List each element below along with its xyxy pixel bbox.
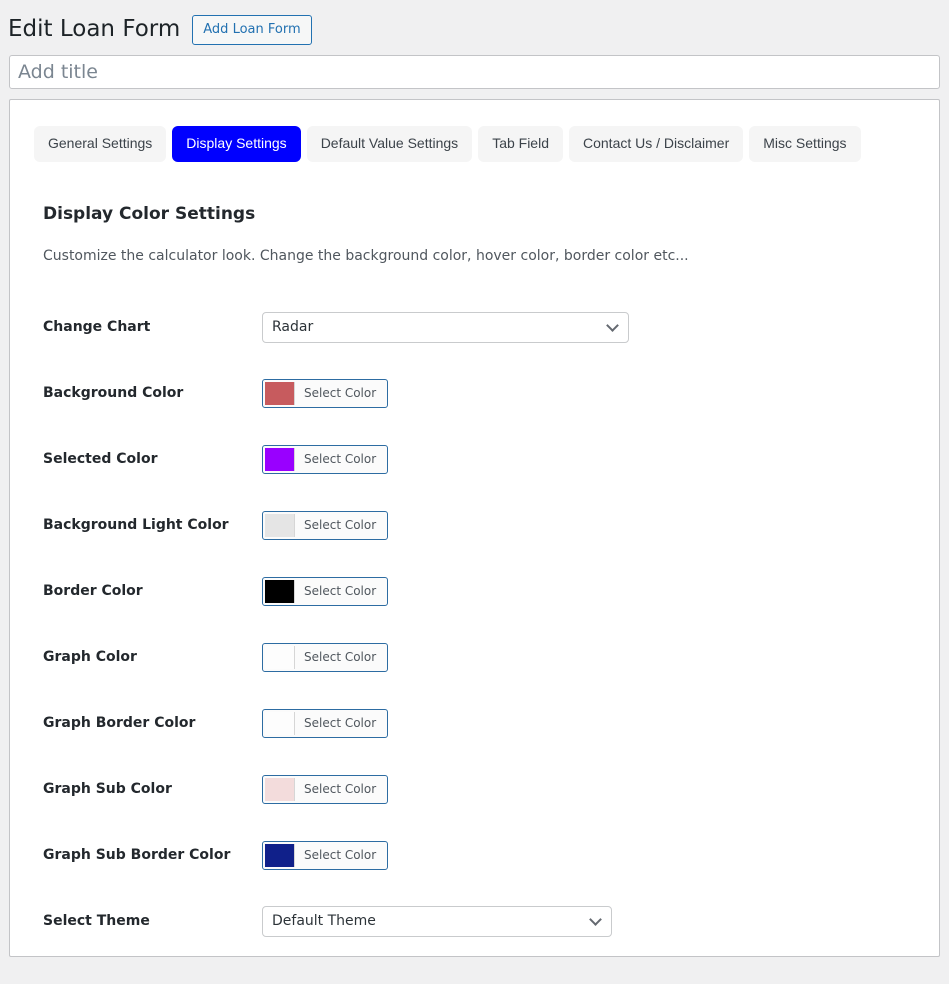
control-select-theme: Default ThemeDark ThemeLight ThemeModern…: [262, 905, 939, 937]
select-color-label: Select Color: [295, 843, 386, 867]
label-graph-sub-border-color: Graph Sub Border Color: [43, 847, 231, 864]
tab-default-value-settings[interactable]: Default Value Settings: [306, 126, 473, 162]
select-color-label: Select Color: [295, 777, 386, 801]
row-border-color: Border Color Select Color: [43, 558, 939, 624]
label-background-color: Background Color: [43, 385, 184, 402]
row-graph-sub-color: Graph Sub Color Select Color: [43, 756, 939, 822]
settings-rows: Change Chart RadarBarLinePieDoughnutPola…: [43, 294, 939, 954]
color-swatch: [265, 447, 295, 471]
control-graph-sub-color: Select Color: [262, 774, 939, 804]
row-selected-color: Selected Color Select Color: [43, 426, 939, 492]
control-background-color: Select Color: [262, 378, 939, 408]
post-title-input[interactable]: [9, 55, 940, 89]
graph-border-color-picker[interactable]: Select Color: [262, 708, 389, 738]
label-selected-color: Selected Color: [43, 451, 158, 468]
tab-display-settings[interactable]: Display Settings: [172, 126, 301, 162]
change-chart-select-wrapper: RadarBarLinePieDoughnutPolar Area: [262, 311, 629, 343]
select-color-label: Select Color: [295, 711, 386, 735]
select-theme-wrapper: Default ThemeDark ThemeLight ThemeModern…: [262, 905, 612, 937]
control-selected-color: Select Color: [262, 444, 939, 474]
border-color-picker[interactable]: Select Color: [262, 576, 389, 606]
select-color-label: Select Color: [295, 447, 386, 471]
label-select-theme: Select Theme: [43, 913, 150, 930]
settings-panel: General Settings Display Settings Defaul…: [9, 99, 940, 957]
tab-contact-us-disclaimer[interactable]: Contact Us / Disclaimer: [569, 126, 744, 162]
select-color-label: Select Color: [295, 579, 386, 603]
control-change-chart: RadarBarLinePieDoughnutPolar Area: [262, 311, 939, 343]
row-change-chart: Change Chart RadarBarLinePieDoughnutPola…: [43, 294, 939, 360]
label-border-color: Border Color: [43, 583, 143, 600]
color-swatch: [265, 777, 295, 801]
color-swatch: [265, 711, 295, 735]
title-field-wrapper: [0, 46, 949, 89]
admin-page: Edit Loan Form Add Loan Form General Set…: [0, 0, 949, 984]
label-graph-sub-color: Graph Sub Color: [43, 781, 172, 798]
control-graph-color: Select Color: [262, 642, 939, 672]
row-background-light-color: Background Light Color Select Color: [43, 492, 939, 558]
select-theme-select[interactable]: Default ThemeDark ThemeLight ThemeModern…: [262, 905, 612, 937]
section-heading: Display Color Settings: [43, 203, 256, 224]
row-graph-color: Graph Color Select Color: [43, 624, 939, 690]
tab-tab-field[interactable]: Tab Field: [478, 126, 563, 162]
color-swatch: [265, 381, 295, 405]
control-border-color: Select Color: [262, 576, 939, 606]
label-change-chart: Change Chart: [43, 319, 151, 336]
control-graph-sub-border-color: Select Color: [262, 840, 939, 870]
control-background-light-color: Select Color: [262, 510, 939, 540]
tab-misc-settings[interactable]: Misc Settings: [749, 126, 861, 162]
tab-general-settings[interactable]: General Settings: [34, 126, 167, 162]
select-color-label: Select Color: [295, 381, 386, 405]
color-swatch: [265, 579, 295, 603]
background-color-picker[interactable]: Select Color: [262, 378, 389, 408]
label-background-light-color: Background Light Color: [43, 517, 229, 534]
selected-color-picker[interactable]: Select Color: [262, 444, 389, 474]
add-loan-form-button[interactable]: Add Loan Form: [192, 15, 312, 45]
row-background-color: Background Color Select Color: [43, 360, 939, 426]
graph-sub-color-picker[interactable]: Select Color: [262, 774, 389, 804]
color-swatch: [265, 645, 295, 669]
row-graph-border-color: Graph Border Color Select Color: [43, 690, 939, 756]
row-graph-sub-border-color: Graph Sub Border Color Select Color: [43, 822, 939, 888]
section-description: Customize the calculator look. Change th…: [43, 247, 689, 264]
page-header: Edit Loan Form Add Loan Form: [0, 0, 949, 46]
row-select-theme: Select Theme Default ThemeDark ThemeLigh…: [43, 888, 939, 954]
display-color-settings-section: Display Color Settings Customize the cal…: [10, 162, 939, 955]
page-title: Edit Loan Form: [8, 16, 181, 43]
settings-tabs: General Settings Display Settings Defaul…: [10, 100, 939, 162]
label-graph-color: Graph Color: [43, 649, 137, 666]
graph-color-picker[interactable]: Select Color: [262, 642, 389, 672]
select-color-label: Select Color: [295, 513, 386, 537]
control-graph-border-color: Select Color: [262, 708, 939, 738]
select-color-label: Select Color: [295, 645, 386, 669]
label-graph-border-color: Graph Border Color: [43, 715, 196, 732]
background-light-color-picker[interactable]: Select Color: [262, 510, 389, 540]
color-swatch: [265, 843, 295, 867]
change-chart-select[interactable]: RadarBarLinePieDoughnutPolar Area: [262, 311, 629, 343]
color-swatch: [265, 513, 295, 537]
graph-sub-border-color-picker[interactable]: Select Color: [262, 840, 389, 870]
